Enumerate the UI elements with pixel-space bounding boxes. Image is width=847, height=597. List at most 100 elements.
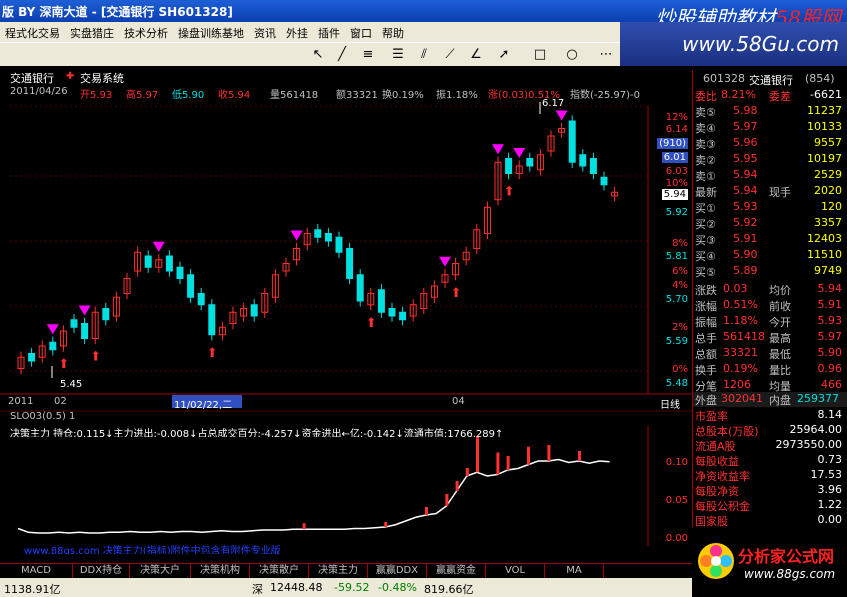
rectangle-tool-icon[interactable]: □	[530, 46, 550, 63]
candle-body	[356, 274, 364, 302]
info-open: 开5.93	[80, 90, 113, 101]
stat-value: 5.94	[817, 282, 843, 295]
axis-label: 4%	[672, 280, 688, 291]
candle-body	[399, 311, 407, 321]
tab-institution[interactable]: 决策机构	[191, 564, 250, 578]
chart-area[interactable]: ⬆ ⬆ ⬆ ⬆ ⬆ ⬆	[0, 66, 692, 563]
stat-row: 振幅 1.18% 今开 5.93	[693, 314, 847, 329]
info-amount: 额33321	[336, 90, 378, 101]
menu-help[interactable]: 帮助	[377, 22, 409, 44]
bid-label: 买①	[695, 202, 716, 215]
tab-ma[interactable]: MA	[545, 564, 604, 578]
chart-system-title: 交易系统	[80, 72, 124, 85]
quote-header: 601328 交通银行 (854)	[693, 72, 847, 87]
menu-tech[interactable]: 技术分析	[119, 22, 173, 44]
fund-label: 净资收益率	[695, 470, 750, 483]
parallel-tool-icon[interactable]: ⫽	[414, 46, 434, 63]
stat-label: 量比	[769, 364, 791, 377]
stat-value: 1206	[723, 378, 751, 391]
ask-row: 卖① 5.94 2529	[693, 168, 847, 183]
fund-label: 总股本(万股)	[695, 425, 759, 438]
axis-label: 2%	[672, 322, 688, 333]
ask-label: 卖⑤	[695, 106, 716, 119]
candle-body	[144, 255, 152, 268]
menu-window[interactable]: 窗口	[345, 22, 377, 44]
candle-body	[346, 248, 354, 279]
chart-stock-title: 交通银行	[10, 72, 54, 85]
stock-name: 交通银行	[749, 74, 793, 87]
info-turnover: 换0.19%	[382, 90, 424, 101]
status-bar: 1138.91亿 深 12448.48 -59.52 -0.48% 819.66…	[0, 578, 692, 597]
axis-label: 5.59	[665, 336, 688, 347]
weicha-value: -6621	[810, 88, 842, 101]
weibi-value: 8.21%	[721, 88, 756, 101]
period-label[interactable]: 日线	[660, 396, 680, 411]
window-title: 版 BY 深南大道 - [交通银行 SH601328]	[2, 5, 233, 19]
menu-program-trade[interactable]: 程式化交易	[0, 22, 65, 44]
ask-volume: 10197	[807, 152, 842, 165]
tab-vol[interactable]: VOL	[486, 564, 545, 578]
inner-label: 内盘	[769, 394, 791, 407]
bid-volume: 3357	[814, 216, 842, 229]
menu-hunt[interactable]: 实盘猎庄	[65, 22, 119, 44]
stat-label: 涨跌	[695, 284, 717, 297]
indicator-bar	[476, 436, 479, 473]
ellipse-tool-icon[interactable]: ○	[562, 46, 582, 63]
info-date: 2011/04/26	[10, 86, 68, 97]
ray-tool-icon[interactable]: ⟋	[440, 46, 460, 63]
indicator-bar	[465, 468, 469, 476]
axis-label: (910)	[657, 138, 688, 149]
angle-tool-icon[interactable]: ∠	[466, 46, 486, 63]
candle-body	[505, 158, 513, 174]
inner-value: 259377	[797, 392, 839, 405]
bid-volume: 120	[821, 200, 842, 213]
menu-plugin[interactable]: 插件	[313, 22, 345, 44]
axis-label: 5.70	[665, 294, 688, 305]
indicator-bar	[527, 446, 530, 465]
low-price-mark: 5.45	[60, 379, 83, 390]
candle-body	[70, 319, 78, 328]
fib-tool-icon[interactable]: ☰	[388, 46, 408, 63]
last-price: 5.94	[733, 184, 758, 197]
menu-info[interactable]: 资讯	[249, 22, 281, 44]
menu-plugin-ext[interactable]: 外挂	[281, 22, 313, 44]
ask-label: 卖①	[695, 170, 716, 183]
tab-macd[interactable]: MACD	[0, 564, 73, 578]
stat-label: 换手	[695, 364, 717, 377]
now-vol: 2020	[814, 184, 842, 197]
axis-label: 6.14	[665, 124, 688, 135]
tab-main-force[interactable]: 决策主力	[309, 564, 368, 578]
ask-price: 5.98	[733, 104, 758, 117]
bid-volume: 12403	[807, 232, 842, 245]
candle-body	[250, 304, 258, 317]
fund-value: 17.53	[810, 468, 843, 481]
line-tool-icon[interactable]: ╱	[332, 46, 352, 63]
stat-value: 5.90	[817, 346, 843, 359]
menu-training[interactable]: 操盘训练基地	[173, 22, 249, 44]
outer-label: 外盘	[695, 394, 717, 407]
arrow-tool-icon[interactable]: ➚	[494, 46, 514, 63]
stat-value: 33321	[723, 346, 758, 359]
fund-label: 流通A股	[695, 440, 736, 453]
stat-label: 前收	[769, 300, 791, 313]
ask-row: 卖② 5.95 10197	[693, 152, 847, 167]
candle-body	[165, 255, 173, 272]
stat-label: 总手	[695, 332, 717, 345]
indicator-bar	[384, 522, 388, 527]
stat-value: 561418	[723, 330, 765, 343]
status-sz-index: 12448.48	[270, 581, 323, 594]
tab-big-holder[interactable]: 决策大户	[130, 564, 191, 578]
tab-win-fund[interactable]: 赢赢资金	[427, 564, 486, 578]
tab-retail[interactable]: 决策散户	[250, 564, 309, 578]
tab-win-ddx[interactable]: 赢赢DDX	[368, 564, 427, 578]
channel-tool-icon[interactable]: ≡	[358, 46, 378, 63]
fund-value: 0.73	[817, 453, 843, 466]
bid-volume: 9749	[814, 264, 842, 277]
stock-extra: (854)	[805, 72, 835, 85]
pointer-tool-icon[interactable]: ↖	[308, 46, 328, 63]
info-close: 收5.94	[218, 90, 251, 101]
tab-ddx-holding[interactable]: DDX持仓	[73, 564, 130, 578]
info-index: 指数(-25.97)-0	[570, 90, 641, 101]
fund-value: 25964.00	[789, 423, 843, 436]
more-tool-icon[interactable]: ⋯	[596, 46, 616, 63]
